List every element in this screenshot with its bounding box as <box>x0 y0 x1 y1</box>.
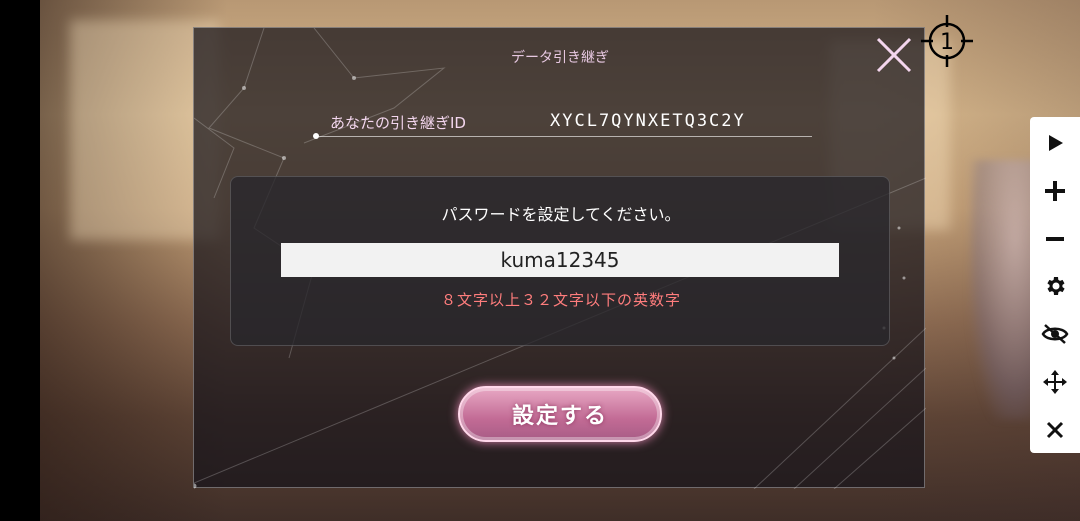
close-dialog-button[interactable] <box>874 35 914 75</box>
play-button[interactable] <box>1030 120 1080 166</box>
minus-icon <box>1046 237 1064 241</box>
gear-icon <box>1047 277 1065 295</box>
macro-toolbar <box>1030 117 1080 453</box>
play-icon <box>1049 135 1063 151</box>
settings-button[interactable] <box>1030 263 1080 309</box>
move-icon <box>1043 370 1067 394</box>
id-underline-dot <box>313 133 319 139</box>
left-black-band <box>0 0 40 521</box>
password-panel: パスワードを設定してください。 ８文字以上３２文字以下の英数字 <box>230 176 890 346</box>
data-transfer-dialog: データ引き継ぎ あなたの引き継ぎID XYCL7QYNXETQ3C2Y パスワー… <box>193 27 926 489</box>
plus-icon <box>1045 181 1065 201</box>
dialog-title: データ引き継ぎ <box>511 50 609 66</box>
close-icon <box>1046 421 1064 439</box>
add-button[interactable] <box>1030 168 1080 214</box>
transfer-id-label: あなたの引き継ぎID <box>330 114 466 132</box>
remove-button[interactable] <box>1030 216 1080 262</box>
password-hint: ８文字以上３２文字以下の英数字 <box>440 291 681 309</box>
eye-off-icon <box>1041 324 1069 344</box>
crosshair-icon: 1 <box>921 15 973 67</box>
touch-target-marker[interactable]: 1 <box>919 13 975 69</box>
visibility-button[interactable] <box>1030 311 1080 357</box>
close-icon <box>876 37 912 73</box>
password-input[interactable] <box>281 243 839 277</box>
move-button[interactable] <box>1030 359 1080 405</box>
close-toolbar-button[interactable] <box>1030 407 1080 453</box>
set-password-button[interactable]: 設定する <box>458 386 662 442</box>
id-underline <box>316 136 812 137</box>
password-prompt: パスワードを設定してください。 <box>441 205 681 224</box>
transfer-id-value: XYCL7QYNXETQ3C2Y <box>550 111 746 131</box>
target-number: 1 <box>940 30 954 55</box>
transfer-id-row: あなたの引き継ぎID XYCL7QYNXETQ3C2Y <box>313 108 812 139</box>
